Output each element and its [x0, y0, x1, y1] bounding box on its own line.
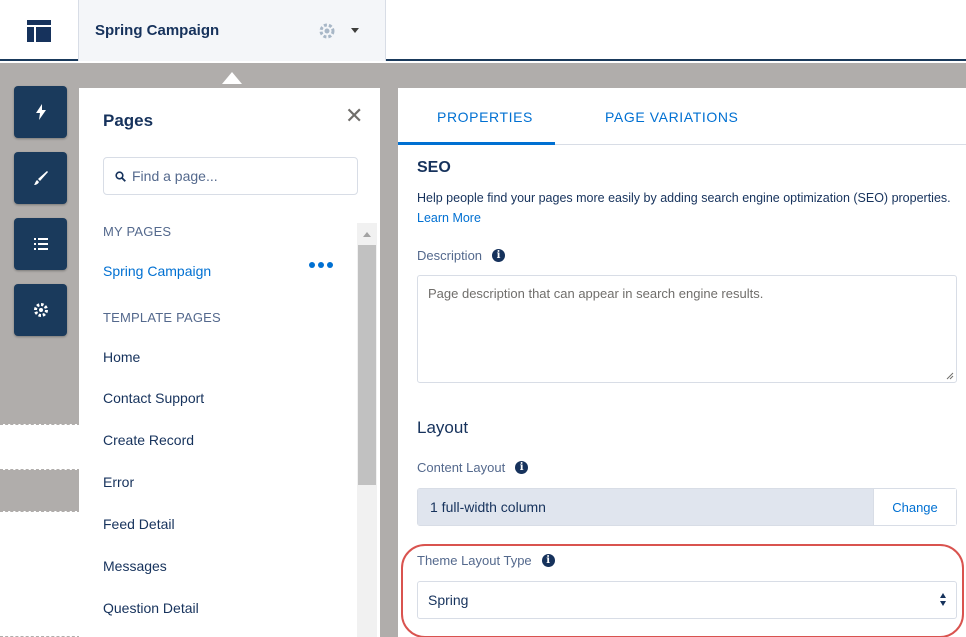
- pages-panel-title: Pages: [103, 111, 154, 130]
- page-item-home[interactable]: Home: [103, 349, 140, 365]
- content-layout-value: 1 full-width column: [418, 489, 873, 525]
- chevron-down-icon[interactable]: [351, 28, 359, 33]
- canvas-component[interactable]: [0, 511, 80, 637]
- pages-panel: Pages ✕ MY PAGES Spring Campaign TEMPLAT…: [79, 88, 380, 637]
- scroll-thumb[interactable]: [358, 245, 376, 485]
- description-placeholder: Page description that can appear in sear…: [428, 286, 764, 301]
- page-item-messages[interactable]: Messages: [103, 558, 167, 574]
- info-icon[interactable]: i: [515, 461, 529, 474]
- scroll-up-arrow-icon[interactable]: [363, 232, 371, 237]
- pages-scrollbar[interactable]: [357, 223, 377, 637]
- seo-help-text: Help people find your pages more easily …: [417, 188, 957, 228]
- page-item-contact-support[interactable]: Contact Support: [103, 390, 204, 406]
- page-item-create-record[interactable]: Create Record: [103, 432, 194, 448]
- theme-layout-type-label-text: Theme Layout Type: [417, 553, 532, 568]
- my-pages-heading: MY PAGES: [103, 224, 172, 239]
- seo-section-title: SEO: [417, 159, 451, 176]
- description-textarea[interactable]: Page description that can appear in sear…: [417, 275, 957, 383]
- content-layout-field: 1 full-width column Change: [417, 488, 957, 526]
- properties-panel: PROPERTIES PAGE VARIATIONS SEO Help peop…: [398, 88, 966, 637]
- page-item-question-detail[interactable]: Question Detail: [103, 600, 199, 616]
- select-arrows-icon: [940, 593, 946, 606]
- active-tab-indicator: [398, 142, 555, 145]
- settings-gear-icon[interactable]: [318, 22, 336, 45]
- info-icon[interactable]: i: [492, 249, 506, 262]
- description-label: Description i: [417, 248, 506, 263]
- resize-handle-icon[interactable]: [946, 372, 954, 380]
- change-layout-button[interactable]: Change: [873, 489, 956, 525]
- page-search-field[interactable]: [103, 157, 358, 195]
- content-layout-label: Content Layout i: [417, 460, 529, 475]
- layout-icon: [27, 19, 51, 42]
- layout-section-title: Layout: [417, 418, 469, 437]
- theme-layout-type-label: Theme Layout Type i: [417, 553, 555, 568]
- app-launcher[interactable]: [0, 0, 79, 61]
- top-bar: Spring Campaign: [0, 0, 966, 61]
- content-layout-label-text: Content Layout: [417, 460, 506, 475]
- learn-more-link[interactable]: Learn More: [417, 211, 481, 225]
- brush-icon: [33, 171, 48, 185]
- settings-button[interactable]: [14, 284, 67, 336]
- lightning-icon: [35, 104, 46, 120]
- current-page-title: Spring Campaign: [95, 22, 220, 39]
- list-icon: [33, 238, 48, 250]
- page-switcher[interactable]: Spring Campaign: [79, 0, 386, 61]
- theme-layout-type-value: Spring: [428, 592, 469, 608]
- search-icon: [115, 170, 126, 182]
- page-structure-button[interactable]: [14, 218, 67, 270]
- theme-button[interactable]: [14, 152, 67, 204]
- page-item-error[interactable]: Error: [103, 474, 134, 490]
- more-actions-icon[interactable]: [309, 262, 333, 268]
- canvas-component[interactable]: [0, 424, 80, 470]
- page-item-feed-detail[interactable]: Feed Detail: [103, 516, 175, 532]
- description-label-text: Description: [417, 248, 483, 263]
- seo-help-body: Help people find your pages more easily …: [417, 191, 951, 205]
- tab-properties[interactable]: PROPERTIES: [437, 109, 533, 125]
- search-input[interactable]: [132, 168, 332, 184]
- panel-pointer: [222, 72, 242, 84]
- lightning-components-button[interactable]: [14, 86, 67, 138]
- theme-layout-type-select[interactable]: Spring: [417, 581, 957, 619]
- info-icon[interactable]: i: [541, 554, 555, 567]
- template-pages-heading: TEMPLATE PAGES: [103, 310, 221, 325]
- close-icon[interactable]: ✕: [345, 105, 363, 127]
- tab-page-variations[interactable]: PAGE VARIATIONS: [605, 109, 738, 125]
- gear-icon: [33, 303, 48, 317]
- page-item-spring-campaign[interactable]: Spring Campaign: [103, 263, 211, 279]
